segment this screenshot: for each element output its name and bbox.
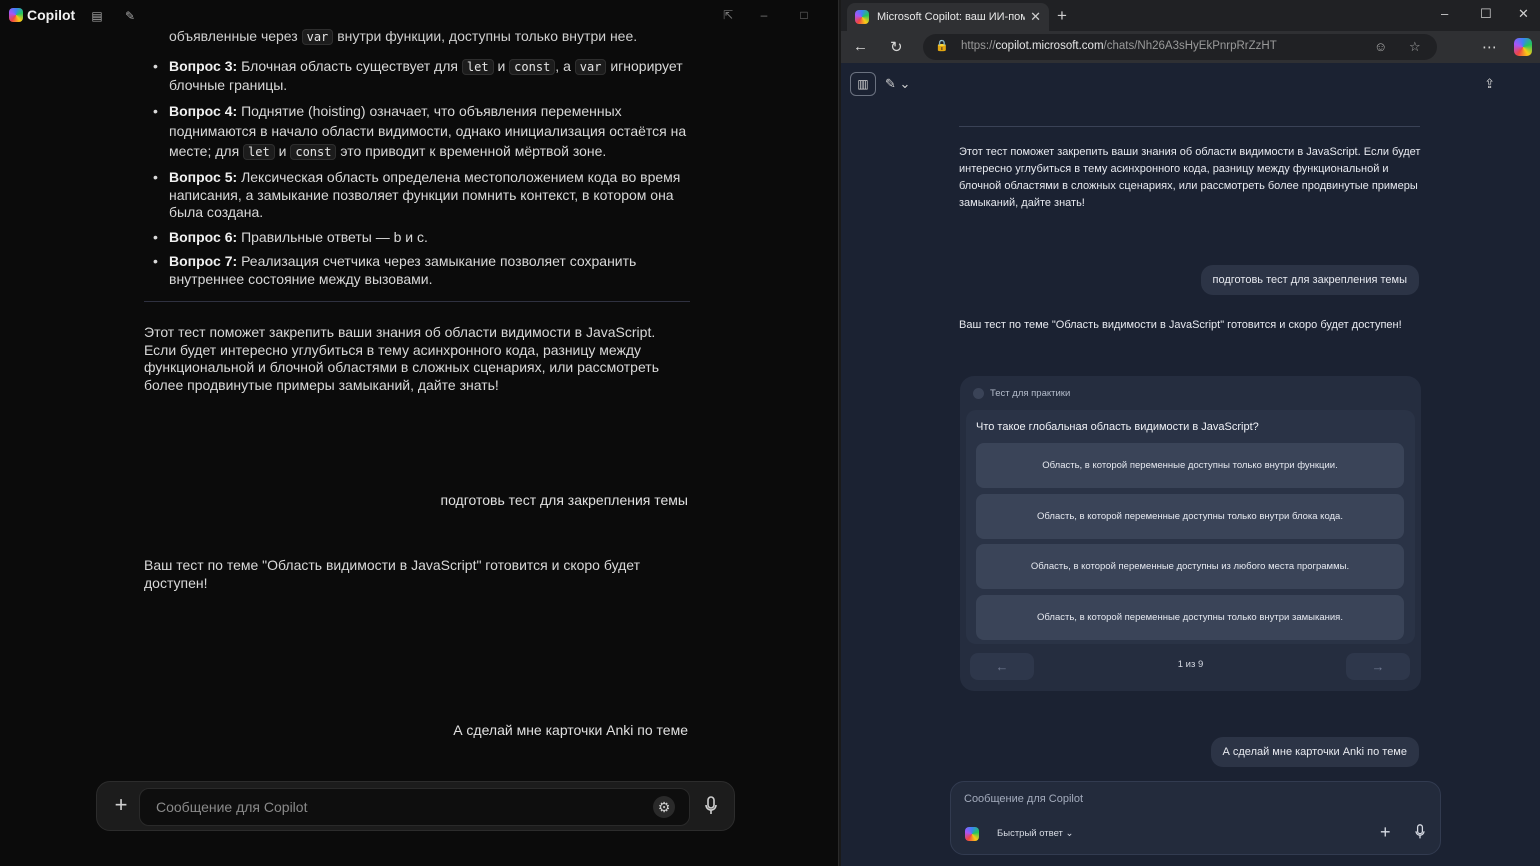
sidebar-icon[interactable]: ▥ xyxy=(850,72,876,96)
quiz-option[interactable]: Область, в которой переменные доступны т… xyxy=(976,494,1404,539)
message-input[interactable]: Сообщение для Copilot xyxy=(139,788,690,826)
mic-icon[interactable] xyxy=(1414,824,1426,843)
sidebar-icon[interactable]: ▤ xyxy=(90,9,104,23)
divider xyxy=(959,126,1420,127)
mic-icon[interactable] xyxy=(701,796,721,818)
new-chat-icon[interactable]: ✎ xyxy=(123,9,137,23)
minimize-button[interactable]: – xyxy=(757,8,771,22)
assistant-message: Ваш тест по теме "Область видимости в Ja… xyxy=(959,319,1402,331)
tab-title: Microsoft Copilot: ваш ИИ-помощник xyxy=(877,11,1025,23)
maximize-button[interactable]: ☐ xyxy=(1480,6,1492,22)
url-field[interactable]: 🔒 https://copilot.microsoft.com/chats/Nh… xyxy=(923,34,1437,60)
quiz-card: Тест для практики Что такое глобальная о… xyxy=(960,376,1421,691)
browser-window: Microsoft Copilot: ваш ИИ-помощник ✕ + –… xyxy=(841,0,1540,866)
user-message: А сделай мне карточки Anki по теме xyxy=(453,722,688,738)
divider xyxy=(144,301,690,302)
quiz-question: Что такое глобальная область видимости в… xyxy=(976,421,1259,433)
app-name: Copilot xyxy=(27,7,76,23)
copilot-logo-icon xyxy=(855,10,869,24)
quiz-option[interactable]: Область, в которой переменные доступны т… xyxy=(976,595,1404,640)
user-message: подготовь тест для закрепления темы xyxy=(1200,265,1419,295)
next-question-button[interactable]: → xyxy=(1346,653,1410,680)
quiz-icon xyxy=(973,388,984,399)
plus-icon[interactable]: + xyxy=(109,794,133,818)
quiz-option[interactable]: Область, в которой переменные доступны т… xyxy=(976,443,1404,488)
answers-list: Вопрос 3: Блочная область существует для… xyxy=(144,58,690,295)
quiz-option[interactable]: Область, в которой переменные доступны и… xyxy=(976,544,1404,589)
back-icon[interactable]: ← xyxy=(853,38,868,55)
quiz-header: Тест для практики xyxy=(973,388,1070,399)
url-text: https://copilot.microsoft.com/chats/Nh26… xyxy=(961,40,1277,52)
quiz-body: Что такое глобальная область видимости в… xyxy=(966,410,1415,644)
list-item: Вопрос 5: Лексическая область определена… xyxy=(144,169,690,222)
browser-tab[interactable]: Microsoft Copilot: ваш ИИ-помощник ✕ xyxy=(847,3,1049,31)
plus-icon[interactable]: + xyxy=(1380,822,1391,843)
tab-bar: Microsoft Copilot: ваш ИИ-помощник ✕ + –… xyxy=(841,0,1540,31)
address-bar: ← ↻ 🔒 https://copilot.microsoft.com/chat… xyxy=(841,31,1540,63)
assistant-message: Ваш тест по теме "Область видимости в Ja… xyxy=(144,557,641,591)
new-chat-icon[interactable]: ✎ ⌄ xyxy=(885,76,910,92)
maximize-button[interactable]: □ xyxy=(797,8,811,22)
reader-icon[interactable]: ☺ xyxy=(1374,39,1387,54)
copilot-logo-icon xyxy=(965,827,979,841)
mode-selector[interactable]: Быстрый ответ ⌄ xyxy=(997,828,1074,839)
copilot-sidebar-icon[interactable] xyxy=(1514,38,1532,56)
assistant-message: Этот тест поможет закрепить ваши знания … xyxy=(144,324,659,393)
minimize-button[interactable]: – xyxy=(1441,6,1448,21)
assistant-message: Этот тест поможет закрепить ваши знания … xyxy=(959,146,1421,209)
share-icon[interactable]: ⇪ xyxy=(1484,76,1495,92)
popout-icon[interactable]: ⇱ xyxy=(721,8,735,22)
more-icon[interactable]: ⋯ xyxy=(1482,38,1497,56)
screen: Copilot ▤ ✎ ⇱ – □ объявленные через var … xyxy=(0,0,1540,866)
list-item: Вопрос 7: Реализация счетчика через замы… xyxy=(144,253,690,288)
message-input[interactable]: Сообщение для Copilot xyxy=(964,793,1083,805)
lock-icon: 🔒 xyxy=(935,40,949,52)
user-message: А сделай мне карточки Anki по теме xyxy=(1210,737,1419,767)
app-logo: Copilot xyxy=(9,7,75,23)
list-item: Вопрос 6: Правильные ответы — b и c. xyxy=(144,229,690,247)
composer: Сообщение для Copilot Быстрый ответ ⌄ + xyxy=(950,781,1441,855)
copilot-web-page: ▥ ✎ ⌄ ⇪ Этот тест поможет закрепить ваши… xyxy=(841,63,1540,866)
composer: + Сообщение для Copilot ⚙ xyxy=(96,781,735,831)
settings-icon[interactable]: ⚙ xyxy=(653,796,675,818)
inline-code: var xyxy=(301,29,334,45)
user-message: подготовь тест для закрепления темы xyxy=(440,492,688,508)
new-tab-icon[interactable]: + xyxy=(1057,6,1067,26)
close-window-button[interactable]: ✕ xyxy=(1518,6,1529,22)
favorite-star-icon[interactable]: ☆ xyxy=(1409,39,1421,55)
copilot-app-window: Copilot ▤ ✎ ⇱ – □ объявленные через var … xyxy=(0,0,838,866)
copilot-logo-icon xyxy=(9,8,23,22)
partial-answer-line: объявленные через var внутри функции, до… xyxy=(169,28,638,45)
list-item: Вопрос 3: Блочная область существует для… xyxy=(144,58,690,94)
list-item: Вопрос 4: Поднятие (hoisting) означает, … xyxy=(144,101,690,162)
close-icon[interactable]: ✕ xyxy=(1030,9,1041,25)
refresh-icon[interactable]: ↻ xyxy=(890,38,903,56)
